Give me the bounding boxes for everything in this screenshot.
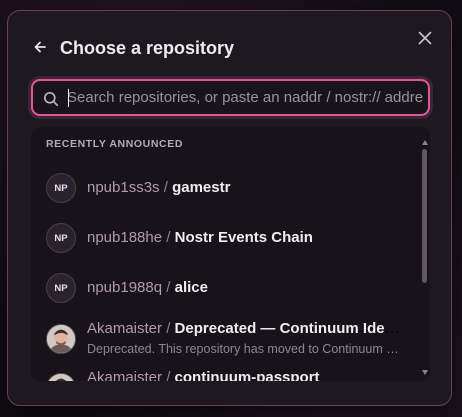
close-icon <box>418 31 432 45</box>
repository-owner: npub1ss3s <box>87 179 160 196</box>
search-box[interactable] <box>31 79 430 116</box>
results-scrollbar[interactable] <box>420 127 430 381</box>
scrollbar-thumb[interactable] <box>422 149 427 283</box>
user-photo-icon <box>47 325 75 353</box>
repository-item-title: npub1988q / alice <box>87 279 407 297</box>
repository-owner: Akamaister <box>87 369 163 381</box>
back-button[interactable] <box>30 37 50 57</box>
repository-item-alice[interactable]: NP npub1988q / alice <box>31 263 417 313</box>
path-separator: / <box>166 279 171 296</box>
search-input[interactable] <box>67 81 423 114</box>
repository-name: Deprecated — Continuum Identity <box>174 320 407 337</box>
dialog-title: Choose a repository <box>60 38 235 58</box>
repository-item-gamestr[interactable]: NP npub1ss3s / gamestr <box>31 163 417 213</box>
avatar: NP <box>46 173 76 203</box>
repository-item-title: Akamaister / Deprecated — Continuum Iden… <box>87 320 407 338</box>
repository-owner: npub188he <box>87 229 163 246</box>
repository-item-nostr-events-chain[interactable]: NP npub188he / Nostr Events Chain <box>31 213 417 263</box>
repository-name: Nostr Events Chain <box>174 229 313 246</box>
repository-owner: Akamaister <box>87 320 163 337</box>
close-button[interactable] <box>414 27 436 49</box>
avatar: NP <box>46 223 76 253</box>
path-separator: / <box>166 369 171 381</box>
repository-item-title: Akamaister / continuum-passport <box>87 369 407 381</box>
arrow-left-icon <box>34 41 46 53</box>
repository-item-title: npub188he / Nostr Events Chain <box>87 229 407 247</box>
repository-results-list[interactable]: RECENTLY ANNOUNCED NP npub1ss3s / gamest… <box>31 127 430 381</box>
user-photo-icon <box>47 374 75 381</box>
scroll-up-arrow-icon[interactable] <box>422 139 428 145</box>
avatar <box>46 324 76 354</box>
section-label-recently-announced: RECENTLY ANNOUNCED <box>46 138 184 150</box>
repository-owner: npub1988q <box>87 279 163 296</box>
search-icon <box>42 90 59 107</box>
path-separator: / <box>163 179 168 196</box>
repository-name: gamestr <box>172 179 231 196</box>
scroll-down-arrow-icon[interactable] <box>422 369 428 375</box>
repository-name: alice <box>174 279 208 296</box>
avatar <box>46 373 76 381</box>
repository-item-deprecated-continuum-identity[interactable]: Akamaister / Deprecated — Continuum Iden… <box>31 313 417 359</box>
path-separator: / <box>166 229 171 246</box>
avatar: NP <box>46 273 76 303</box>
repository-description: Deprecated. This repository has moved to… <box>87 342 403 356</box>
path-separator: / <box>166 320 171 337</box>
repository-item-continuum-passport[interactable]: Akamaister / continuum-passport <box>31 363 417 381</box>
choose-repository-dialog: Choose a repository RECENTLY ANNOUNCED N… <box>7 10 452 406</box>
text-caret <box>68 89 69 107</box>
repository-name: continuum-passport <box>174 369 320 381</box>
repository-item-title: npub1ss3s / gamestr <box>87 179 407 197</box>
